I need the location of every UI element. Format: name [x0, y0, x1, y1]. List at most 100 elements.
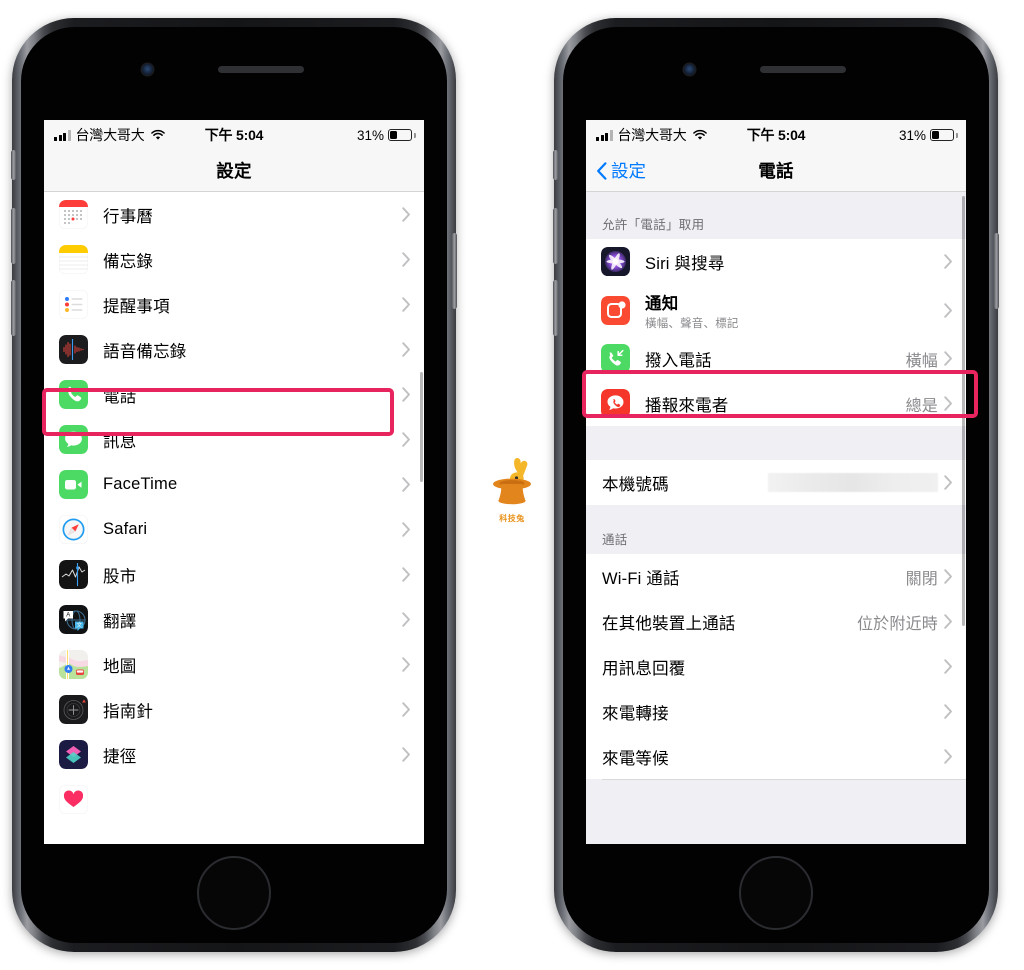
- status-bar-right-group: 31%: [899, 128, 958, 143]
- nav-bar-left: 設定: [44, 150, 424, 192]
- maps-app-icon: [59, 650, 88, 679]
- settings-row-maps[interactable]: 地圖: [44, 642, 424, 687]
- settings-row-reminders[interactable]: 提醒事項: [44, 282, 424, 327]
- back-button-label: 設定: [611, 161, 646, 181]
- my-number-masked-value: [768, 473, 938, 492]
- settings-row-label: 訊息: [103, 432, 137, 451]
- settings-row-health-partial[interactable]: [44, 777, 424, 822]
- chevron-right-icon: [944, 704, 952, 719]
- mute-switch-right[interactable]: [553, 150, 558, 180]
- phone-app-icon: [59, 380, 88, 409]
- settings-row-messages[interactable]: 訊息: [44, 417, 424, 462]
- settings-row-label: 本機號碼: [602, 475, 669, 494]
- announce-calls-icon: [601, 389, 630, 418]
- iphone-right: 台灣大哥大 下午 5:04 31% 設定 電話 允許「電話」取用 Siri 與搜…: [553, 18, 999, 952]
- settings-list-left[interactable]: 行事曆 備忘錄 提醒事項 語音備忘錄 電話 訊息 FaceTime Safari…: [44, 192, 424, 844]
- home-button-right[interactable]: [739, 856, 813, 930]
- chevron-right-icon: [402, 387, 410, 402]
- settings-row-value: 橫幅: [905, 352, 938, 370]
- screen-left: 台灣大哥大 下午 5:04 31% 設定 行事曆 備忘錄 提醒事項 語音備忘錄 …: [44, 120, 424, 844]
- settings-row-calendar[interactable]: 行事曆: [44, 192, 424, 237]
- scroll-indicator-left[interactable]: [420, 372, 423, 482]
- settings-row-calls-other-devices[interactable]: 在其他裝置上通話 位於附近時: [586, 599, 966, 644]
- mute-switch-left[interactable]: [11, 150, 16, 180]
- chevron-right-icon: [402, 522, 410, 537]
- settings-row-label: 用訊息回覆: [602, 659, 686, 678]
- scroll-indicator-right[interactable]: [962, 196, 965, 626]
- settings-row-siri-search[interactable]: Siri 與搜尋: [586, 239, 966, 284]
- battery-icon: [388, 129, 416, 141]
- shortcuts-app-icon: [59, 740, 88, 769]
- status-bar-right: 台灣大哥大 下午 5:04 31%: [586, 120, 966, 150]
- settings-row-voice-memos[interactable]: 語音備忘錄: [44, 327, 424, 372]
- settings-row-label: 地圖: [103, 657, 137, 676]
- screen-right: 台灣大哥大 下午 5:04 31% 設定 電話 允許「電話」取用 Siri 與搜…: [586, 120, 966, 844]
- settings-row-label: Safari: [103, 520, 148, 538]
- chevron-right-icon: [402, 207, 410, 222]
- back-button[interactable]: 設定: [596, 158, 646, 183]
- carrier-label: 台灣大哥大: [617, 127, 687, 143]
- settings-row-incoming-calls[interactable]: 撥入電話 橫幅: [586, 336, 966, 381]
- chevron-right-icon: [402, 432, 410, 447]
- chevron-right-icon: [402, 702, 410, 717]
- settings-row-notes[interactable]: 備忘錄: [44, 237, 424, 282]
- settings-row-label: 在其他裝置上通話: [602, 614, 736, 633]
- settings-row-label: 來電轉接: [602, 704, 669, 723]
- volume-up-button-right[interactable]: [553, 208, 558, 264]
- settings-row-announce-calls[interactable]: 播報來電者 總是: [586, 381, 966, 426]
- settings-row-label: Wi-Fi 通話: [602, 569, 680, 588]
- chevron-right-icon: [944, 475, 952, 490]
- status-bar-left-group: 台灣大哥大: [596, 125, 708, 145]
- phone-settings-list[interactable]: 允許「電話」取用 Siri 與搜尋 通知 橫幅、聲音、標記 撥入電話 橫幅 播報…: [586, 192, 966, 844]
- volume-down-button-left[interactable]: [11, 280, 16, 336]
- volume-up-button-left[interactable]: [11, 208, 16, 264]
- settings-row-label: 行事曆: [103, 207, 154, 226]
- safari-app-icon: [59, 515, 88, 544]
- settings-row-label: 備忘錄: [103, 252, 154, 271]
- home-button-left[interactable]: [197, 856, 271, 930]
- front-camera-icon-left: [142, 64, 153, 75]
- notifications-app-icon: [601, 295, 630, 325]
- settings-row-my-number[interactable]: 本機號碼: [586, 460, 966, 505]
- voice-memos-app-icon: [59, 335, 88, 364]
- settings-row-label: 撥入電話: [645, 351, 712, 370]
- settings-row-safari[interactable]: Safari: [44, 507, 424, 552]
- health-app-icon: [59, 785, 88, 814]
- page-title-left: 設定: [216, 161, 252, 181]
- settings-row-call-forwarding[interactable]: 來電轉接: [586, 689, 966, 734]
- settings-row-wifi-calling[interactable]: Wi-Fi 通話 關閉: [586, 554, 966, 599]
- settings-row-stocks[interactable]: 股市: [44, 552, 424, 597]
- svg-text:文: 文: [76, 621, 82, 629]
- status-bar-left: 台灣大哥大 下午 5:04 31%: [44, 120, 424, 150]
- settings-row-value: 總是: [905, 397, 938, 415]
- facetime-app-icon: [59, 470, 88, 499]
- screenshot-stage: 台灣大哥大 下午 5:04 31% 設定 行事曆 備忘錄 提醒事項 語音備忘錄 …: [0, 0, 1024, 970]
- volume-down-button-right[interactable]: [553, 280, 558, 336]
- section-header-calls: 通話: [586, 505, 966, 554]
- power-button-right[interactable]: [994, 233, 999, 309]
- settings-row-translate[interactable]: A 文 翻譯: [44, 597, 424, 642]
- chevron-right-icon: [402, 747, 410, 762]
- settings-row-respond-with-text[interactable]: 用訊息回覆: [586, 644, 966, 689]
- settings-row-call-waiting[interactable]: 來電等候: [586, 734, 966, 779]
- earpiece-speaker-right: [760, 66, 846, 73]
- chevron-right-icon: [944, 749, 952, 764]
- chevron-right-icon: [402, 657, 410, 672]
- settings-row-phone[interactable]: 電話: [44, 372, 424, 417]
- settings-row-label: 提醒事項: [103, 297, 170, 316]
- settings-row-notifications[interactable]: 通知 橫幅、聲音、標記: [586, 284, 966, 336]
- settings-row-sublabel: 橫幅、聲音、標記: [645, 317, 739, 330]
- carrier-label: 台灣大哥大: [75, 127, 145, 143]
- chevron-right-icon: [402, 477, 410, 492]
- settings-row-text: 通知 橫幅、聲音、標記: [645, 290, 739, 331]
- settings-row-label: 捷徑: [103, 747, 137, 766]
- power-button-left[interactable]: [452, 233, 457, 309]
- settings-row-facetime[interactable]: FaceTime: [44, 462, 424, 507]
- settings-row-compass[interactable]: 指南針: [44, 687, 424, 732]
- settings-row-label: 通知: [645, 294, 679, 313]
- settings-row-shortcuts[interactable]: 捷徑: [44, 732, 424, 777]
- battery-percent-label: 31%: [356, 127, 384, 143]
- wifi-icon: [692, 129, 707, 140]
- section-header-allow-access: 允許「電話」取用: [586, 192, 966, 239]
- settings-row-label: 指南針: [103, 702, 154, 721]
